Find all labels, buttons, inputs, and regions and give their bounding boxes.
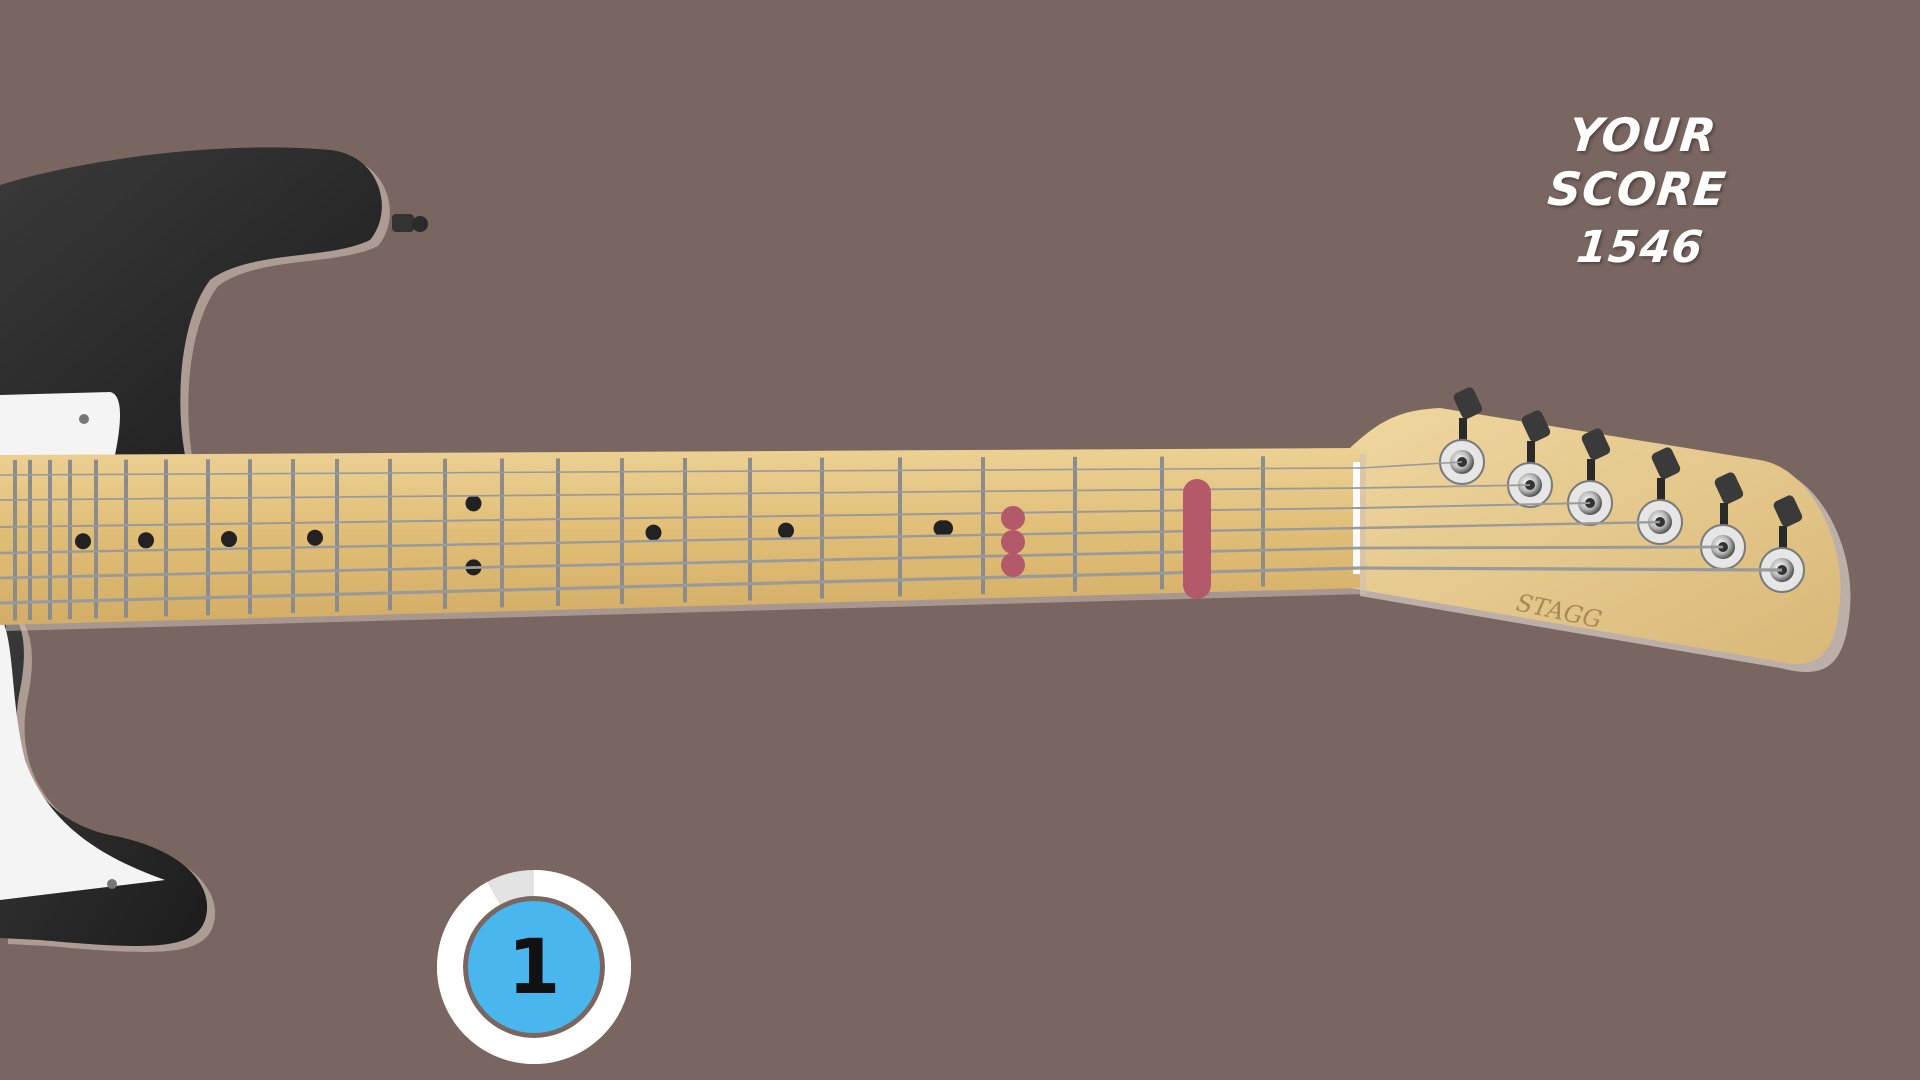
score-label: YOUR SCORE — [1545, 108, 1729, 216]
fret-marker-dot — [937, 520, 953, 537]
fret-marker-dot — [307, 529, 323, 546]
timer: 1 — [437, 870, 631, 1064]
timer-countdown: 1 — [507, 922, 561, 1011]
guitar-string — [1359, 545, 1724, 550]
fret-marker-dot — [221, 531, 237, 548]
fret-marker-dot — [778, 522, 794, 539]
fret-marker-dot — [138, 532, 154, 549]
score-value: 1546 — [1574, 222, 1706, 273]
fret-marker-dot — [465, 495, 482, 512]
fret-marker-dot — [75, 533, 91, 550]
fret-marker-dot — [645, 524, 662, 541]
guitar-string — [1359, 566, 1783, 572]
target-note-dot[interactable] — [1001, 553, 1025, 577]
nut — [1353, 462, 1360, 574]
target-note-dot[interactable] — [1001, 506, 1025, 530]
target-barre-bar[interactable] — [1183, 479, 1211, 599]
target-note-dot[interactable] — [1001, 530, 1025, 554]
